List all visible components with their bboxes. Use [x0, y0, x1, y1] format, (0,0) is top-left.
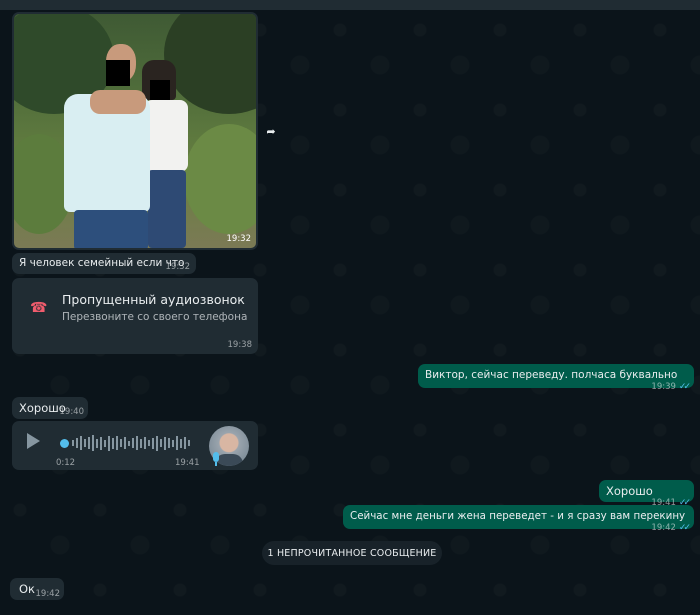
person-woman-jeans — [148, 170, 186, 248]
wave-bar — [144, 437, 146, 449]
message-time: 19:38 — [227, 340, 253, 350]
wave-bar — [116, 436, 118, 450]
play-icon[interactable] — [27, 433, 40, 449]
chat-header-edge — [0, 0, 700, 10]
unread-messages-divider: 1 НЕПРОЧИТАННОЕ СООБЩЕНИЕ — [262, 541, 442, 565]
wave-bar — [180, 438, 182, 448]
message-time: 19:39 — [651, 382, 676, 392]
wave-bar — [140, 438, 142, 448]
voice-waveform[interactable] — [72, 433, 192, 453]
wave-bar — [172, 439, 174, 447]
wave-bar — [124, 437, 126, 449]
message-meta: 19:42 ✓✓ — [651, 515, 691, 534]
photo-message[interactable]: 19:32 — [12, 12, 258, 250]
missed-call-message[interactable]: ☎ Пропущенный аудиозвонок Перезвоните со… — [12, 278, 258, 354]
message-time: 19:42 — [651, 523, 676, 533]
wave-bar — [88, 437, 90, 449]
message-time: 19:40 — [59, 407, 85, 417]
person-man-jeans — [74, 210, 148, 248]
outgoing-message[interactable]: Виктор, сейчас переведу. полчаса букваль… — [418, 364, 694, 392]
foliage — [184, 124, 256, 234]
censor-box — [106, 60, 130, 86]
message-meta: 19:39 ✓✓ — [651, 374, 691, 393]
wave-bar — [160, 439, 162, 447]
voice-message[interactable]: 0:12 19:41 — [12, 421, 258, 470]
wave-bar — [152, 437, 154, 449]
wave-bar — [164, 436, 166, 450]
message-text: Хорошо — [606, 484, 653, 498]
incoming-message[interactable]: Хорошо 19:40 — [12, 397, 88, 419]
incoming-message[interactable]: Ок 19:42 — [10, 578, 64, 600]
wave-bar — [184, 437, 186, 449]
wave-bar — [100, 436, 102, 450]
message-time: 19:32 — [165, 262, 191, 272]
double-check-icon: ✓✓ — [678, 523, 691, 533]
missed-call-icon: ☎ — [30, 300, 48, 316]
wave-bar — [108, 435, 110, 451]
missed-call-subtitle: Перезвоните со своего телефона — [62, 311, 248, 323]
wave-bar — [112, 437, 114, 449]
censor-box — [150, 80, 170, 100]
wave-bar — [156, 435, 158, 451]
playback-dot[interactable] — [60, 439, 69, 448]
caption-message[interactable]: Я человек семейный если что 19:32 — [12, 253, 196, 274]
microphone-icon — [213, 452, 219, 462]
voice-duration: 0:12 — [56, 458, 76, 468]
wave-bar — [84, 439, 86, 447]
message-time: 19:41 — [175, 458, 200, 468]
wave-bar — [72, 440, 74, 446]
wave-bar — [120, 439, 122, 447]
message-text: Сейчас мне деньги жена переведет - и я с… — [350, 510, 686, 522]
message-text: Ок — [19, 582, 35, 596]
wave-bar — [168, 438, 170, 448]
message-text: Я человек семейный если что — [19, 257, 185, 269]
outgoing-message[interactable]: Сейчас мне деньги жена переведет - и я с… — [343, 505, 694, 533]
wave-bar — [128, 440, 130, 446]
wave-bar — [136, 436, 138, 450]
wave-bar — [76, 438, 78, 448]
wave-bar — [92, 435, 94, 451]
outgoing-message[interactable]: Хорошо 19:41 ✓✓ — [599, 480, 694, 508]
wave-bar — [188, 440, 190, 446]
message-time: 19:42 — [35, 589, 61, 599]
missed-call-title: Пропущенный аудиозвонок — [62, 292, 245, 307]
message-text: Виктор, сейчас переведу. полчаса букваль… — [425, 369, 678, 381]
foliage — [164, 14, 256, 114]
wave-bar — [148, 440, 150, 446]
wave-bar — [176, 436, 178, 450]
person-woman-body — [144, 100, 188, 172]
wave-bar — [80, 436, 82, 450]
wave-bar — [104, 439, 106, 447]
microphone-stand — [215, 462, 217, 466]
wave-bar — [132, 438, 134, 448]
double-check-icon: ✓✓ — [678, 382, 691, 392]
photo-timestamp: 19:32 — [226, 234, 252, 244]
wave-bar — [96, 438, 98, 448]
photo-image[interactable]: 19:32 — [14, 14, 256, 248]
person-man-arms — [90, 90, 146, 114]
share-icon[interactable]: ➦ — [262, 122, 280, 140]
avatar-shirt — [215, 454, 243, 466]
